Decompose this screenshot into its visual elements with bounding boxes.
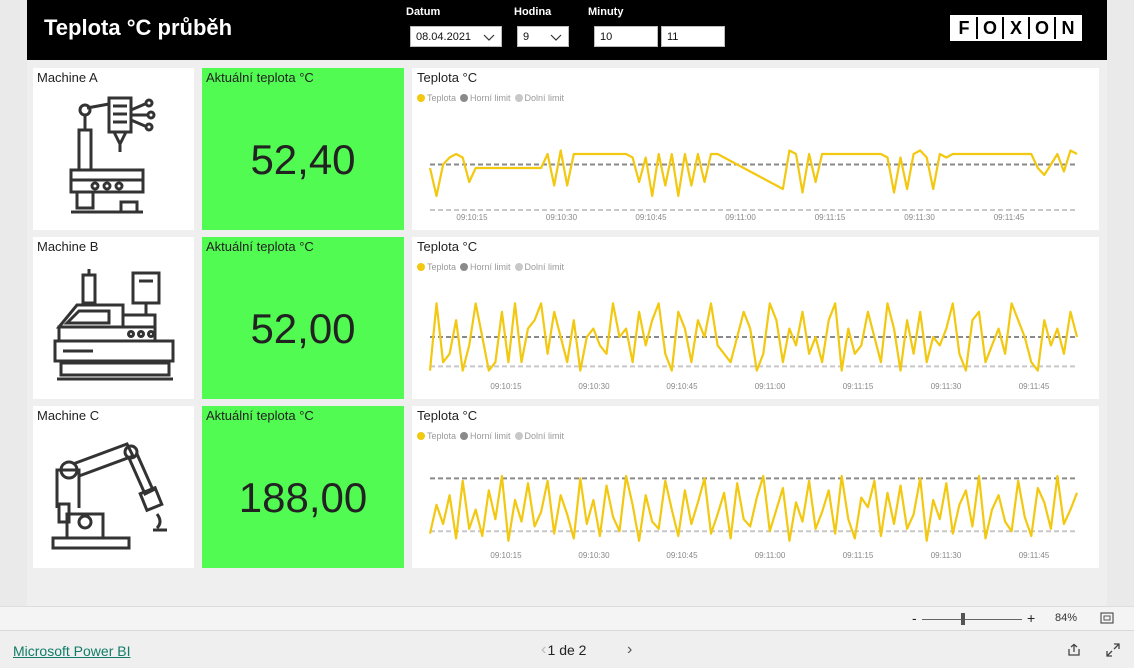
report-header: Teplota °C průběh Datum 08.04.2021 Hodin… [27, 0, 1107, 60]
teplota-series-line [428, 149, 1078, 198]
minutes-from-input[interactable]: 10 [594, 26, 658, 47]
fit-to-page-icon[interactable] [1100, 612, 1114, 624]
drill-press-icon [69, 96, 156, 214]
date-dropdown[interactable]: 08.04.2021 [410, 26, 502, 47]
report-canvas: Teplota °C průběh Datum 08.04.2021 Hodin… [27, 0, 1107, 606]
x-tick-label: 09:11:15 [815, 213, 846, 222]
x-tick-label: 09:11:30 [931, 551, 962, 560]
gauge-card-a[interactable]: Aktuální teplota °C 52,40 [202, 68, 404, 230]
logo-letter: F [952, 17, 978, 39]
zoom-bar: - + 84% [0, 606, 1134, 631]
x-tick-label: 09:10:15 [490, 551, 522, 560]
logo-letter: O [978, 17, 1004, 39]
x-tick-label: 09:11:30 [931, 382, 962, 391]
machine-card-b[interactable]: Machine B [33, 237, 194, 399]
x-tick-label: 09:11:00 [755, 382, 786, 391]
chart-card-b[interactable]: Teplota °C Teplota Horní limit Dolní lim… [412, 237, 1099, 399]
robot-arm-icon [51, 442, 167, 550]
temperature-line-chart: 09:10:15 09:10:30 09:10:45 09:11:00 09:11:15… [428, 474, 1079, 560]
x-tick-label: 09:10:30 [578, 551, 610, 560]
filter-label-datum: Datum [406, 6, 441, 18]
x-tick-label: 09:11:45 [1019, 551, 1050, 560]
machine-card-c[interactable]: Machine C [33, 406, 194, 568]
gauge-label: Aktuální teplota °C [206, 408, 314, 423]
x-tick-label: 09:10:15 [456, 213, 488, 222]
x-tick-label: 09:10:30 [546, 213, 578, 222]
filter-label-hodina: Hodina [514, 6, 552, 18]
page-indicator: 1 de 2 [547, 642, 587, 658]
x-tick-label: 09:10:15 [490, 382, 522, 391]
machine-name: Machine C [37, 408, 100, 423]
x-tick-label: 09:11:30 [904, 213, 935, 222]
prev-page-icon[interactable]: ‹ [541, 641, 546, 659]
date-value: 08.04.2021 [416, 31, 472, 43]
x-tick-label: 09:11:15 [843, 551, 874, 560]
machine-card-a[interactable]: Machine A [33, 68, 194, 230]
filter-label-minuty: Minuty [588, 6, 624, 18]
machine-name: Machine A [37, 70, 98, 85]
chart-card-c[interactable]: Teplota °C Teplota Horní limit Dolní lim… [412, 406, 1099, 568]
temperature-line-chart: 09:10:15 09:10:30 09:10:45 09:11:00 09:11:15… [428, 149, 1078, 222]
x-tick-label: 09:10:45 [666, 382, 698, 391]
zoom-in-button[interactable]: + [1027, 610, 1035, 626]
gauge-value: 52,40 [250, 136, 356, 183]
x-tick-label: 09:11:15 [843, 382, 874, 391]
cnc-machine-icon [53, 269, 175, 381]
temperature-line-chart: 09:10:15 09:10:30 09:10:45 09:11:00 09:11:15… [428, 302, 1079, 391]
logo-letter: N [1056, 17, 1080, 39]
gauge-value: 188,00 [238, 474, 368, 521]
minutes-from-value: 10 [600, 31, 613, 43]
fullscreen-icon[interactable] [1106, 643, 1120, 657]
minutes-to-value: 11 [667, 31, 679, 43]
x-tick-label: 09:11:45 [994, 213, 1025, 222]
share-icon[interactable] [1067, 643, 1081, 657]
x-tick-label: 09:11:00 [725, 213, 756, 222]
foxon-logo: F O X O N [950, 15, 1082, 41]
chevron-down-icon [550, 34, 562, 41]
x-tick-label: 09:11:00 [755, 551, 786, 560]
next-page-icon[interactable]: › [627, 641, 632, 659]
zoom-level: 84% [1055, 612, 1078, 624]
zoom-slider-track[interactable] [922, 619, 1022, 620]
chart-card-a[interactable]: Teplota °C Teplota Horní limit Dolní lim… [412, 68, 1099, 230]
gauge-label: Aktuální teplota °C [206, 239, 314, 254]
gauge-value: 52,00 [250, 305, 356, 352]
page-title: Teplota °C průběh [44, 15, 233, 40]
x-tick-label: 09:11:45 [1019, 382, 1050, 391]
logo-letter: O [1030, 17, 1056, 39]
hour-dropdown[interactable]: 9 [517, 26, 569, 47]
zoom-slider-handle[interactable] [961, 613, 965, 625]
logo-letter: X [1004, 17, 1030, 39]
x-tick-label: 09:10:45 [635, 213, 667, 222]
chevron-down-icon [483, 34, 495, 41]
minutes-to-input[interactable]: 11 [661, 26, 725, 47]
powerbi-footer: Microsoft Power BI 1 de 2 ‹ › [0, 630, 1134, 668]
x-tick-label: 09:10:30 [578, 382, 610, 391]
x-tick-label: 09:10:45 [666, 551, 698, 560]
hour-value: 9 [523, 31, 530, 43]
gauge-label: Aktuální teplota °C [206, 70, 314, 85]
gauge-card-c[interactable]: Aktuální teplota °C 188,00 [202, 406, 404, 568]
gauge-card-b[interactable]: Aktuální teplota °C 52,00 [202, 237, 404, 399]
zoom-out-button[interactable]: - [912, 610, 917, 626]
machine-name: Machine B [37, 239, 99, 254]
